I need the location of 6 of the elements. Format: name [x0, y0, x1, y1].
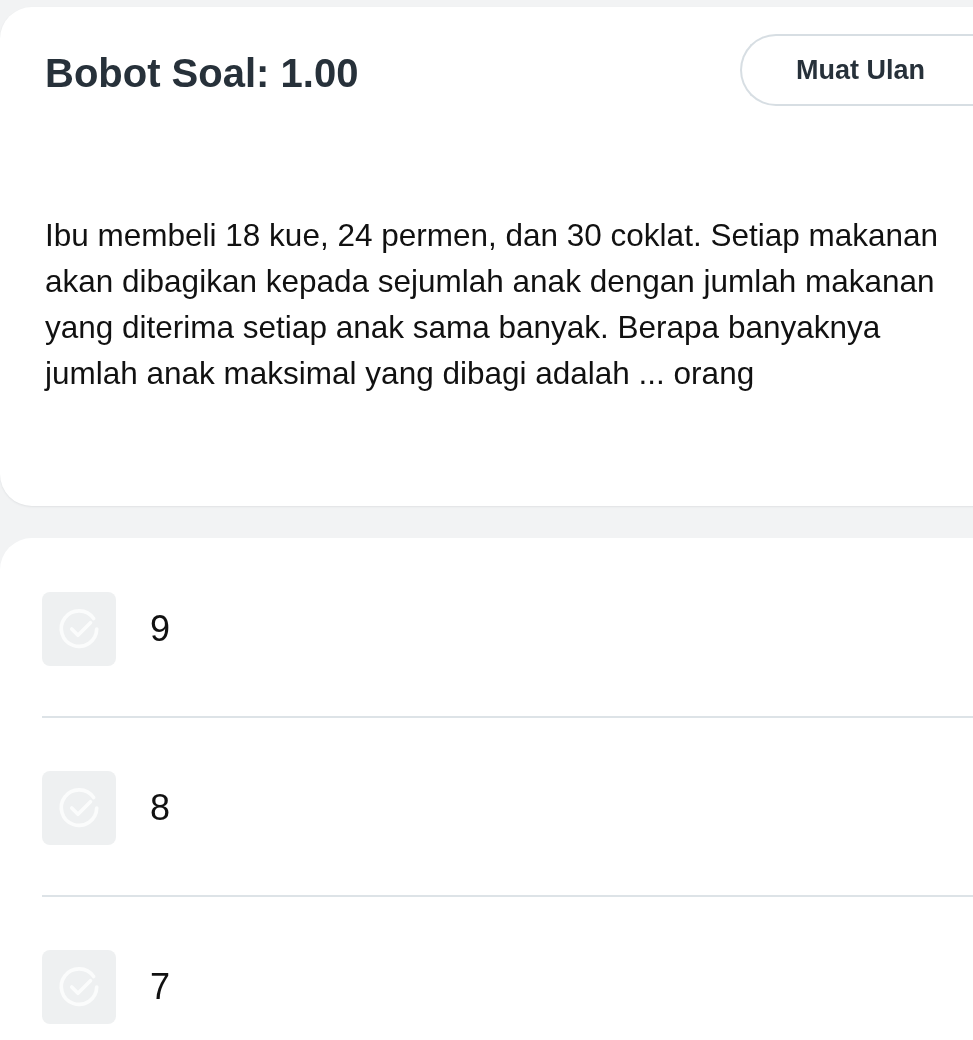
reload-button[interactable]: Muat Ulan — [740, 34, 973, 106]
option-text: 8 — [150, 787, 171, 829]
question-text: Ibu membeli 18 kue, 24 permen, dan 30 coklat. Setiap makanan akan dibagikan kepada sejumlah anak dengan jumlah makanan yang diterima setiap anak sama banyak. Berapa banyaknya jumlah anak maksimal yang dibagi adalah ... orang — [45, 216, 940, 393]
option-text: 7 — [150, 966, 171, 1008]
option-text: 9 — [150, 608, 171, 650]
question-weight: Bobot Soal: 1.00 — [45, 50, 359, 96]
